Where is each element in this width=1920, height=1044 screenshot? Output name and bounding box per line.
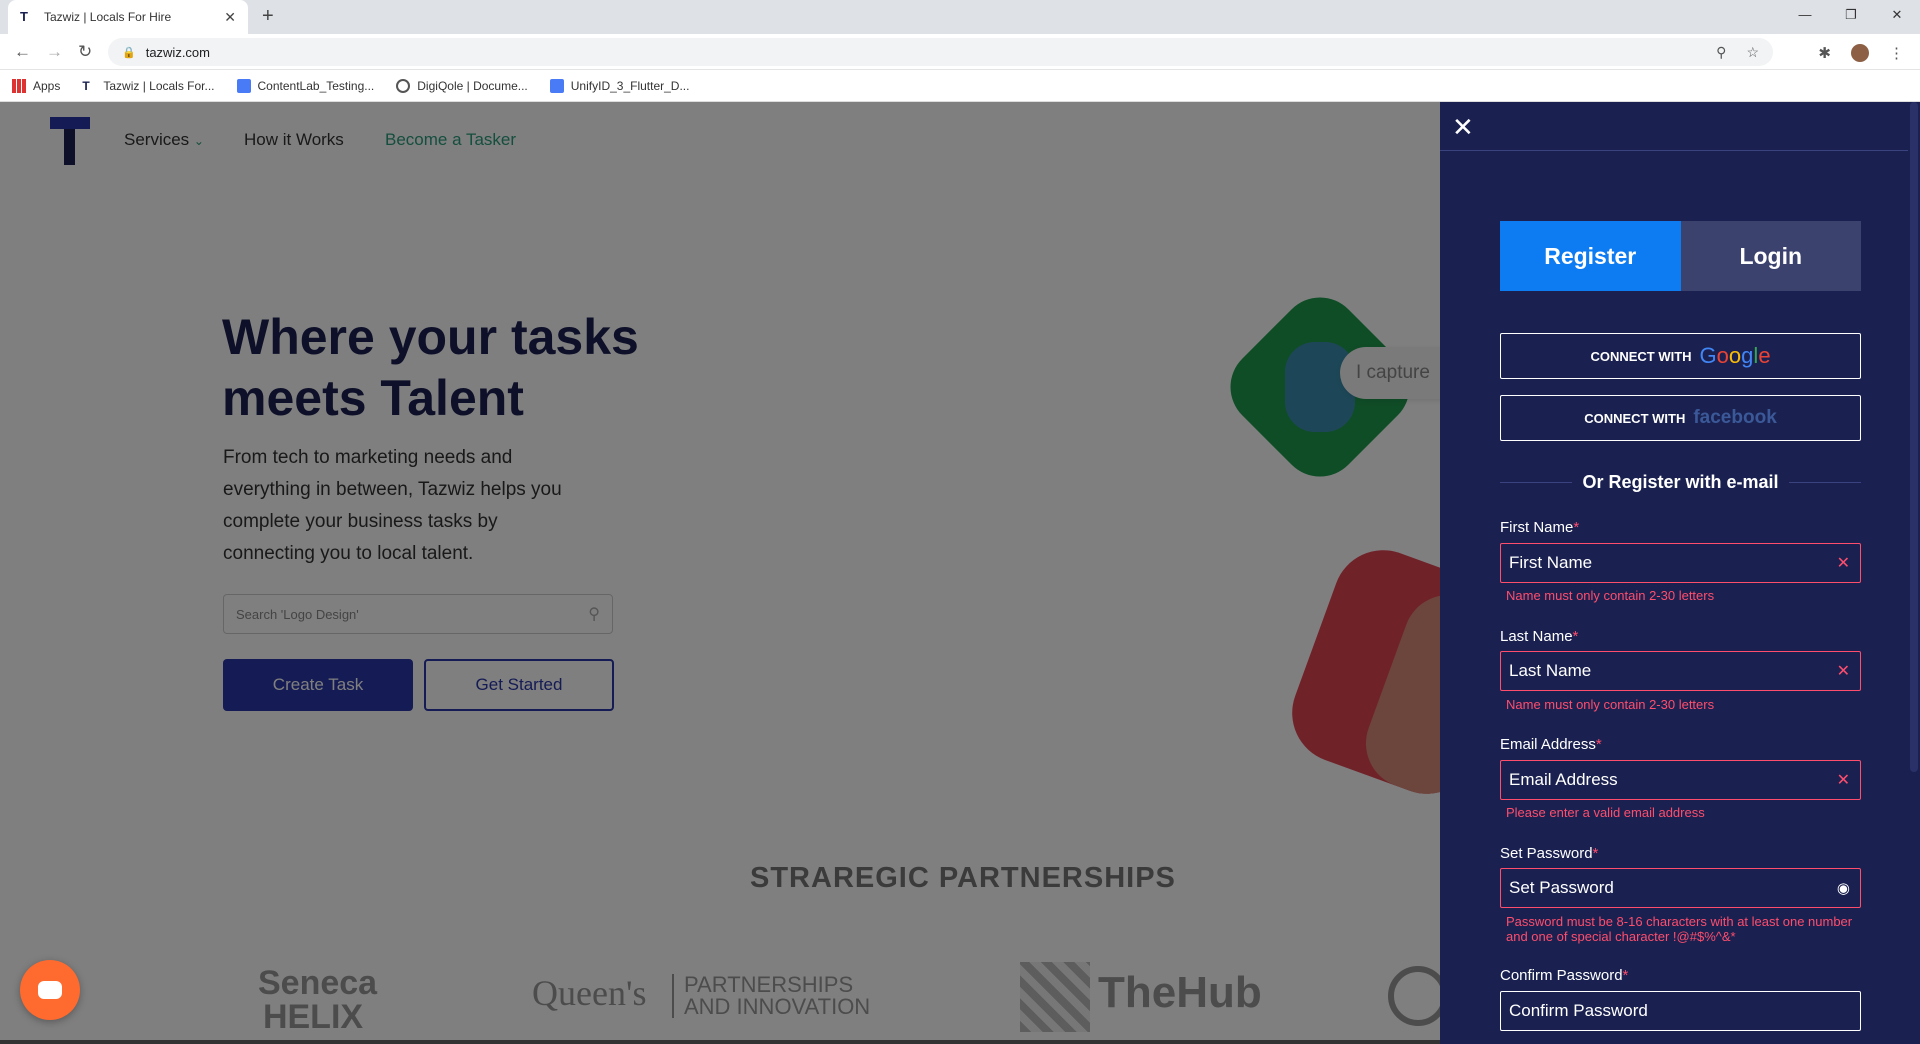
page: Services ⌄ How it Works Become a Tasker …	[0, 102, 1920, 1044]
error-x-icon: ✕	[1836, 663, 1850, 680]
google-logo: Google	[1699, 343, 1771, 368]
forward-arrow-icon[interactable]: →	[46, 42, 63, 62]
email-field[interactable]: Email Address ✕	[1500, 760, 1861, 800]
location-pin-icon[interactable]: ⚲	[1716, 44, 1726, 61]
first-name-field[interactable]: First Name ✕	[1500, 543, 1861, 583]
error-x-icon: ✕	[1836, 555, 1850, 572]
apps-grid-icon	[12, 78, 26, 93]
back-arrow-icon[interactable]: ←	[14, 42, 31, 62]
restore-button[interactable]: ❐	[1828, 0, 1874, 30]
new-tab-button[interactable]: +	[262, 5, 274, 28]
bookmarks-bar: Apps T Tazwiz | Locals For... ContentLab…	[0, 70, 1920, 102]
panel-divider	[1440, 150, 1908, 151]
globe-icon	[396, 78, 411, 93]
tab-title: Tazwiz | Locals For Hire	[44, 10, 172, 24]
tazwiz-favicon: T	[20, 9, 28, 24]
window-controls: — ❐ ✕	[1782, 0, 1920, 30]
chat-button[interactable]	[20, 960, 80, 1020]
or-register-divider: Or Register with e-mail	[1500, 472, 1861, 493]
first-name-label: First Name*	[1500, 519, 1580, 536]
url-text[interactable]: tazwiz.com	[146, 45, 210, 60]
reload-icon[interactable]: ↻	[78, 42, 92, 62]
bookmark-tazwiz[interactable]: T Tazwiz | Locals For...	[82, 79, 214, 93]
google-docs-icon	[236, 78, 251, 93]
last-name-error: Name must only contain 2-30 letters	[1506, 697, 1715, 712]
last-name-label: Last Name*	[1500, 628, 1579, 645]
eye-icon[interactable]: ◉	[1837, 879, 1850, 897]
set-password-field[interactable]: Set Password ◉	[1500, 868, 1861, 908]
or-register-text: Or Register with e-mail	[1582, 472, 1779, 492]
bookmark-star-icon[interactable]: ☆	[1746, 44, 1759, 61]
tab-login[interactable]: Login	[1680, 221, 1861, 291]
horizontal-scrollbar[interactable]	[0, 1040, 1440, 1044]
address-bar-row: ← → ↻ 🔒 tazwiz.com ⚲ ☆ ✱ ⋮	[0, 34, 1920, 70]
profile-avatar[interactable]	[1851, 44, 1869, 62]
close-icon[interactable]: ✕	[1452, 112, 1474, 143]
confirm-password-label: Confirm Password*	[1500, 967, 1629, 984]
bookmark-contentlab[interactable]: ContentLab_Testing...	[236, 78, 374, 93]
bookmark-unifyid[interactable]: UnifyID_3_Flutter_D...	[549, 78, 689, 93]
tab-close-icon[interactable]: ✕	[224, 9, 236, 26]
modal-overlay[interactable]	[0, 102, 1440, 1044]
browser-menu-icon[interactable]: ⋮	[1889, 44, 1904, 62]
tazwiz-favicon: T	[82, 78, 90, 93]
error-x-icon: ✕	[1836, 772, 1850, 789]
password-error: Password must be 8-16 characters with at…	[1506, 914, 1853, 944]
last-name-field[interactable]: Last Name ✕	[1500, 651, 1861, 691]
first-name-error: Name must only contain 2-30 letters	[1506, 588, 1715, 603]
panel-scrollbar[interactable]	[1908, 102, 1920, 1044]
email-label: Email Address*	[1500, 736, 1602, 753]
email-error: Please enter a valid email address	[1506, 805, 1705, 820]
tab-register[interactable]: Register	[1500, 221, 1681, 291]
browser-tab-strip: T Tazwiz | Locals For Hire ✕ + — ❐ ✕	[0, 0, 1920, 34]
close-window-button[interactable]: ✕	[1874, 0, 1920, 30]
confirm-password-field[interactable]: Confirm Password	[1500, 991, 1861, 1031]
omnibox[interactable]: 🔒 tazwiz.com ⚲ ☆	[108, 38, 1773, 66]
chat-icon	[38, 981, 62, 999]
google-docs-icon	[549, 78, 564, 93]
facebook-logo: facebook	[1693, 407, 1777, 428]
auth-tabs: Register Login	[1500, 221, 1861, 291]
set-password-label: Set Password*	[1500, 845, 1599, 862]
connect-google-button[interactable]: CONNECT WITH Google	[1500, 333, 1861, 379]
connect-facebook-button[interactable]: CONNECT WITH facebook	[1500, 395, 1861, 441]
browser-tab[interactable]: T Tazwiz | Locals For Hire ✕	[8, 0, 248, 34]
minimize-button[interactable]: —	[1782, 0, 1828, 30]
extensions-puzzle-icon[interactable]: ✱	[1818, 44, 1831, 62]
scrollbar-thumb[interactable]	[1910, 102, 1918, 772]
register-panel: ✕ Register Login CONNECT WITH Google CON…	[1440, 102, 1908, 1044]
lock-icon: 🔒	[122, 46, 136, 59]
bookmark-digiqole[interactable]: DigiQole | Docume...	[396, 78, 528, 93]
bookmark-apps[interactable]: Apps	[12, 78, 60, 93]
